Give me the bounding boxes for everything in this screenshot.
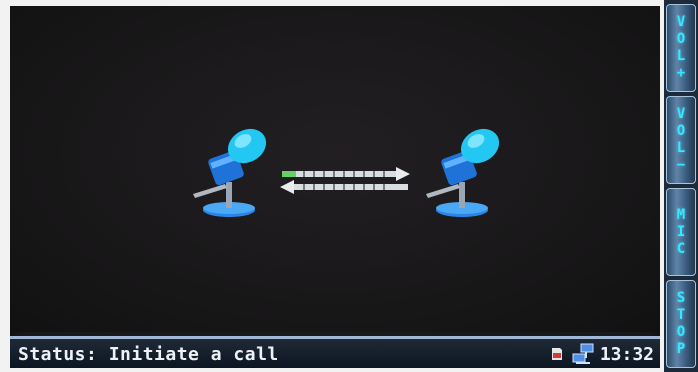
network-icon: [572, 343, 594, 364]
status-tray: 13:32: [550, 342, 654, 366]
button-letter: −: [676, 157, 686, 173]
bidirectional-arrows-icon: [280, 167, 410, 194]
clock: 13:32: [599, 343, 654, 365]
status-text: Status: Initiate a call: [18, 344, 279, 365]
vol-down-button[interactable]: V O L −: [666, 96, 696, 184]
button-letter: C: [676, 240, 686, 257]
button-letter: T: [676, 307, 686, 323]
button-letter: +: [676, 65, 686, 81]
mic-button[interactable]: M I C: [666, 188, 696, 276]
left-microphone-icon: [193, 128, 267, 217]
button-letter: L: [676, 48, 686, 64]
sd-card-icon: [551, 348, 562, 360]
button-letter: P: [676, 341, 686, 357]
button-letter: O: [676, 123, 686, 139]
button-letter: V: [676, 106, 686, 122]
stop-button[interactable]: S T O P: [666, 280, 696, 368]
button-letter: V: [676, 14, 686, 30]
vol-up-button[interactable]: V O L +: [666, 4, 696, 92]
side-button-panel: V O L + V O L − M I C S T O P: [664, 0, 698, 372]
button-letter: O: [676, 324, 686, 340]
button-letter: L: [676, 140, 686, 156]
button-letter: O: [676, 31, 686, 47]
button-letter: I: [676, 223, 686, 240]
display-screen: Status: Initiate a call 13:32: [10, 6, 660, 368]
right-microphone-icon: [426, 128, 500, 217]
button-letter: S: [676, 290, 686, 306]
call-area: [10, 6, 660, 332]
button-letter: M: [676, 206, 686, 223]
status-bar: Status: Initiate a call 13:32: [10, 336, 660, 368]
